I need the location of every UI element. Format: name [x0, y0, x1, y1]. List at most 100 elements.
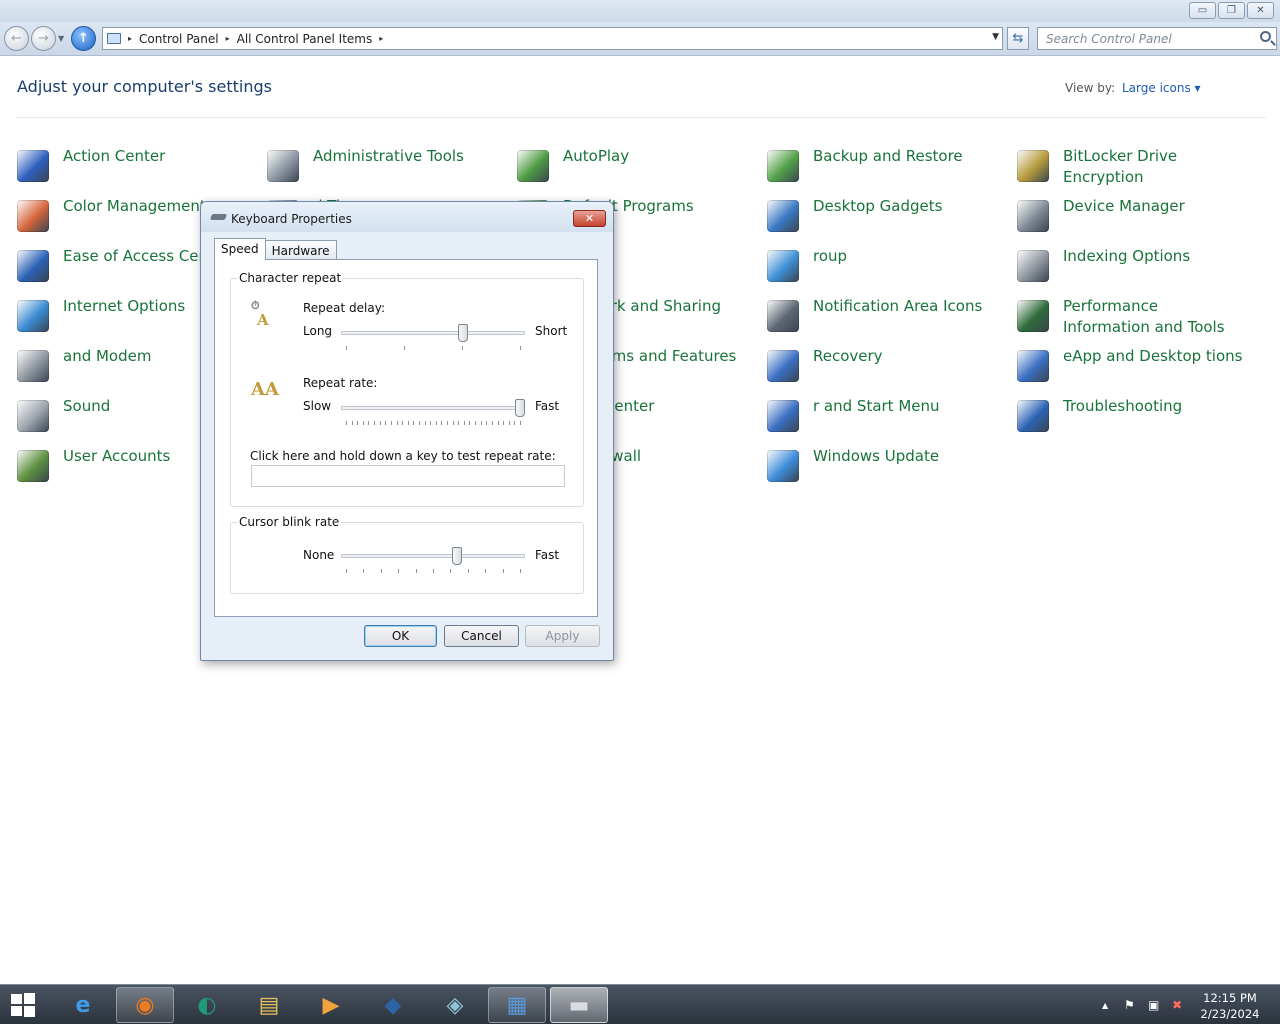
repeat-rate-slider-thumb[interactable] — [515, 399, 525, 417]
autoplay-icon — [517, 150, 549, 182]
minimize-button[interactable]: ▭ — [1189, 2, 1216, 19]
repeat-delay-max-label: Short — [535, 324, 568, 338]
control-panel-item-backup-restore[interactable]: Backup and Restore — [767, 146, 997, 190]
desktop-gadgets-icon — [767, 200, 799, 232]
taskbar-file-explorer-button[interactable]: ▤ — [240, 987, 298, 1023]
clock[interactable]: 12:15 PM 2/23/2024 — [1198, 990, 1262, 1022]
control-panel-item-taskbar-start-menu[interactable]: r and Start Menu — [767, 396, 997, 440]
breadcrumb-separator-icon[interactable]: ▸ — [379, 34, 383, 43]
control-panel-item-administrative-tools[interactable]: Administrative Tools — [267, 146, 497, 190]
restore-button[interactable]: ❐ — [1218, 2, 1245, 19]
internet-options-icon — [17, 300, 49, 332]
breadcrumb-separator-icon[interactable]: ▸ — [128, 34, 132, 43]
refresh-button[interactable]: ⇆ — [1007, 27, 1029, 50]
firefox-icon: ◉ — [135, 992, 155, 1018]
taskbar-paint-tool-button[interactable]: ◈ — [426, 987, 484, 1023]
sound-icon — [17, 400, 49, 432]
close-button[interactable]: ✕ — [1247, 2, 1274, 19]
dialog-close-button[interactable]: ✕ — [573, 210, 606, 227]
slider-tick — [430, 421, 431, 425]
slider-tick — [398, 569, 399, 573]
breadcrumb-separator-icon[interactable]: ▸ — [226, 34, 230, 43]
repeat-delay-slider-track[interactable] — [341, 331, 525, 335]
slider-tick — [485, 569, 486, 573]
header-divider — [16, 117, 1266, 118]
slider-tick — [468, 569, 469, 573]
recent-pages-dropdown-icon[interactable]: ▼ — [58, 34, 64, 43]
taskbar-virtualbox-button[interactable]: ◆ — [364, 987, 422, 1023]
taskbar-app-green-bird-button[interactable]: ◐ — [178, 987, 236, 1023]
repeat-delay-slider-thumb[interactable] — [457, 324, 468, 342]
page-title: Adjust your computer's settings — [17, 77, 272, 96]
search-icon[interactable] — [1260, 31, 1271, 42]
keyboard-properties-dialog: Keyboard Properties ✕ Speed Hardware Cha… — [200, 201, 614, 661]
cursor-blink-slider-thumb[interactable] — [452, 547, 463, 565]
control-panel-item-device-manager[interactable]: Device Manager — [1017, 196, 1247, 240]
item-label: BitLocker Drive Encryption — [1063, 147, 1178, 186]
view-by-dropdown[interactable]: Large icons ▾ — [1122, 81, 1201, 95]
control-panel-item-action-center-flag[interactable]: Action Center — [17, 146, 247, 190]
repeat-rate-slider-track[interactable] — [341, 406, 525, 410]
app-green-bird-icon: ◐ — [197, 992, 217, 1018]
up-button[interactable]: ↑ — [71, 26, 96, 51]
slider-tick — [436, 421, 437, 425]
slider-tick — [464, 421, 465, 425]
slider-tick — [357, 421, 358, 425]
control-panel-item-notification-area[interactable]: Notification Area Icons — [767, 296, 997, 340]
show-hidden-icons[interactable]: ▲ — [1102, 1001, 1108, 1010]
slider-tick — [514, 421, 515, 425]
dialog-titlebar[interactable]: Keyboard Properties ✕ — [201, 202, 613, 232]
ok-button[interactable]: OK — [364, 625, 437, 647]
tab-hardware[interactable]: Hardware — [264, 240, 337, 259]
back-button[interactable]: ← — [4, 26, 29, 51]
taskbar-internet-explorer-button[interactable]: e — [54, 987, 112, 1023]
slider-tick — [503, 569, 504, 573]
slider-tick — [503, 421, 504, 425]
volume-muted-icon[interactable]: ✖ — [1172, 998, 1182, 1012]
item-label: Recovery — [813, 347, 883, 365]
start-button[interactable] — [0, 987, 46, 1023]
control-panel-icon: ▦ — [506, 992, 528, 1018]
repeat-delay-min-label: Long — [303, 324, 333, 338]
control-panel-item-performance[interactable]: Performance Information and Tools — [1017, 296, 1247, 340]
cursor-blink-slider-track[interactable] — [341, 554, 525, 558]
test-repeat-input[interactable] — [251, 465, 565, 487]
slider-tick — [520, 421, 521, 425]
control-panel-item-windows-update[interactable]: Windows Update — [767, 446, 997, 490]
taskbar-keyboard-properties-button[interactable]: ▬ — [550, 987, 608, 1023]
cancel-button[interactable]: Cancel — [444, 625, 519, 647]
breadcrumb-all-items[interactable]: All Control Panel Items — [237, 32, 373, 46]
control-panel-item-recovery[interactable]: Recovery — [767, 346, 997, 390]
control-panel-item-remoteapp[interactable]: eApp and Desktop tions — [1017, 346, 1247, 390]
taskbar-firefox-button[interactable]: ◉ — [116, 987, 174, 1023]
taskbar-media-player-button[interactable]: ▶ — [302, 987, 360, 1023]
speed-tab-panel: Character repeat ⏱ A Repeat delay: Long … — [214, 259, 598, 617]
forward-button[interactable]: → — [31, 26, 56, 51]
control-panel-item-indexing-options[interactable]: Indexing Options — [1017, 246, 1247, 290]
slider-tick — [416, 569, 417, 573]
control-panel-item-troubleshooting[interactable]: Troubleshooting — [1017, 396, 1247, 440]
breadcrumb-control-panel[interactable]: Control Panel — [139, 32, 219, 46]
address-bar[interactable]: ▸ Control Panel ▸ All Control Panel Item… — [102, 27, 1003, 50]
device-manager-icon — [1017, 200, 1049, 232]
control-panel-item-homegroup[interactable]: roup — [767, 246, 997, 290]
slider-tick — [462, 346, 463, 350]
network-icon[interactable]: ▣ — [1148, 998, 1159, 1012]
media-player-icon: ▶ — [322, 992, 340, 1018]
tab-speed[interactable]: Speed — [214, 238, 266, 260]
view-by-label: View by: — [1065, 81, 1116, 95]
item-label: eApp and Desktop tions — [1063, 347, 1243, 365]
control-panel-item-autoplay[interactable]: AutoPlay — [517, 146, 747, 190]
taskbar-control-panel-button[interactable]: ▦ — [488, 987, 546, 1023]
window-caption-buttons: ▭ ❐ ✕ — [1189, 2, 1274, 19]
slider-tick — [520, 346, 521, 350]
action-center-flag-icon[interactable]: ⚑ — [1124, 998, 1135, 1012]
apply-button[interactable]: Apply — [525, 625, 600, 647]
search-input[interactable]: Search Control Panel — [1037, 27, 1277, 50]
address-dropdown-icon[interactable]: ▼ — [992, 32, 999, 42]
control-panel-item-bitlocker[interactable]: BitLocker Drive Encryption — [1017, 146, 1247, 190]
control-panel-item-desktop-gadgets[interactable]: Desktop Gadgets — [767, 196, 997, 240]
item-label: Indexing Options — [1063, 247, 1191, 265]
paint-tool-icon: ◈ — [446, 992, 464, 1018]
slider-tick — [469, 421, 470, 425]
